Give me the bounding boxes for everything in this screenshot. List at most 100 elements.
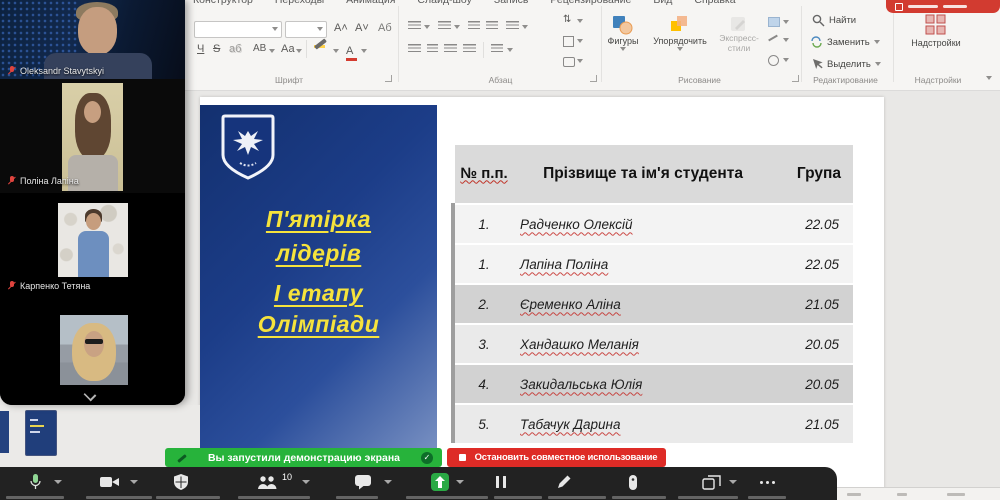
col-header-name: Прізвище та ім'я студента (513, 165, 773, 183)
justify-icon[interactable] (463, 44, 476, 54)
mic-options-chevron[interactable] (54, 467, 62, 497)
change-case-button[interactable]: Аа (281, 43, 295, 55)
chevron-down-icon[interactable] (507, 48, 513, 52)
align-left-icon[interactable] (408, 44, 421, 54)
pencil-icon (556, 474, 572, 490)
share-banner-text: Вы запустили демонстрацию экрана (187, 452, 421, 464)
table-row: 5. Табачук Дарина 21.05 (455, 405, 853, 443)
chevron-down-icon[interactable] (424, 25, 430, 29)
font-dialog-launcher[interactable] (385, 75, 392, 82)
font-size-combo[interactable] (285, 21, 327, 38)
grow-font-button[interactable]: А˄ (334, 22, 348, 34)
replace-button[interactable]: Заменить (810, 36, 880, 48)
tab-transitions[interactable]: Переходы (275, 0, 324, 6)
bullets-icon[interactable] (408, 21, 421, 31)
divider (893, 6, 894, 82)
chevron-down-icon[interactable] (577, 39, 583, 43)
chevron-down-icon[interactable] (454, 25, 460, 29)
video-frame (62, 83, 123, 191)
smartart-convert-icon[interactable] (563, 57, 575, 67)
tab-view[interactable]: Вид (653, 0, 672, 6)
thumbnail-content (30, 419, 38, 421)
select-button[interactable]: Выделить (812, 58, 881, 70)
paragraph-dialog-launcher[interactable] (590, 75, 597, 82)
top-right-red-badge[interactable] (886, 0, 1000, 13)
clear-format-button[interactable]: Аб (378, 22, 392, 34)
toolbar-label-fragment (86, 496, 152, 499)
table-left-border (451, 203, 455, 443)
strikethrough-button[interactable]: S (213, 43, 220, 55)
pause-share-button[interactable] (494, 467, 508, 497)
line-spacing-icon[interactable] (506, 21, 519, 31)
participants-chevron[interactable] (302, 467, 310, 497)
participants-button[interactable] (256, 467, 279, 497)
toolbar-label-fragment (612, 496, 666, 499)
select-label: Выделить (827, 59, 871, 70)
align-text-icon[interactable] (563, 36, 574, 47)
share-options-chevron[interactable] (456, 467, 464, 497)
highlight-pen-button[interactable] (314, 42, 327, 48)
share-screen-button[interactable] (431, 467, 449, 497)
addins-button[interactable]: Надстройки (905, 13, 967, 48)
cell-group: 22.05 (773, 217, 853, 232)
text-direction-icon[interactable]: ⇅ (563, 14, 571, 25)
chevron-down-icon[interactable] (783, 20, 789, 24)
share-switch-chevron[interactable] (729, 467, 737, 497)
chevron-down-icon[interactable] (361, 49, 367, 53)
numbering-icon[interactable] (438, 21, 451, 31)
video-options-chevron[interactable] (130, 467, 138, 497)
chat-chevron[interactable] (384, 467, 392, 497)
shape-outline-icon[interactable] (768, 35, 778, 42)
participant-name: Oleksandr Stavytskyi (20, 66, 104, 76)
text-shadow-button[interactable]: аб (229, 43, 241, 55)
slide-thumbnail-fragment[interactable] (0, 411, 9, 453)
font-color-button[interactable]: А (346, 41, 357, 61)
divider (306, 40, 307, 58)
collapse-videos-chevron-icon[interactable] (83, 387, 97, 401)
slide-thumbnail[interactable] (25, 410, 57, 456)
more-button[interactable] (758, 467, 776, 497)
tab-design[interactable]: Конструктор (193, 0, 253, 6)
tab-record[interactable]: Запись (494, 0, 528, 6)
microphone-icon (27, 472, 43, 492)
chevron-down-icon[interactable] (333, 49, 339, 53)
align-center-icon[interactable] (427, 44, 438, 54)
chevron-down-icon[interactable] (269, 49, 275, 53)
chevron-down-icon[interactable] (296, 49, 302, 53)
chevron-down-icon[interactable] (522, 25, 528, 29)
stop-share-button[interactable]: Остановить совместное использование (447, 448, 666, 467)
annotate-button[interactable] (556, 467, 572, 497)
chevron-down-icon[interactable] (577, 59, 583, 63)
font-name-combo[interactable] (194, 21, 282, 38)
quick-styles-button[interactable]: Экспресс- стили (714, 15, 764, 54)
chevron-down-icon[interactable] (783, 38, 789, 42)
drawing-dialog-launcher[interactable] (792, 75, 799, 82)
security-button[interactable] (173, 467, 189, 497)
chevron-down-icon[interactable] (783, 58, 789, 62)
increase-indent-icon[interactable] (486, 21, 498, 31)
chat-button[interactable] (354, 467, 373, 497)
columns-icon[interactable] (491, 44, 503, 54)
chevron-down-icon[interactable] (577, 19, 583, 23)
tab-slideshow[interactable]: Слайд-шоу (417, 0, 471, 6)
video-button[interactable] (99, 467, 120, 497)
tab-animations[interactable]: Анимация (346, 0, 395, 6)
shapes-button[interactable]: Фигуры (600, 15, 646, 51)
char-spacing-button[interactable]: АВ (253, 43, 266, 54)
mic-muted-icon (8, 281, 16, 291)
slide-title-line: лідерів (200, 240, 437, 267)
shape-effects-icon[interactable] (768, 55, 779, 66)
shrink-font-button[interactable]: А˅ (355, 22, 369, 34)
underline-button[interactable]: Ч (197, 43, 204, 55)
find-button[interactable]: Найти (812, 14, 856, 27)
shape-fill-icon[interactable] (768, 17, 780, 27)
collapse-ribbon-icon[interactable] (986, 76, 992, 80)
align-right-icon[interactable] (444, 44, 457, 54)
mute-button[interactable] (27, 467, 43, 497)
tab-help[interactable]: Справка (694, 0, 735, 6)
decrease-indent-icon[interactable] (468, 21, 480, 31)
tab-review[interactable]: Рецензирование (550, 0, 631, 6)
new-share-button[interactable] (702, 467, 721, 497)
arrange-button[interactable]: Упорядочить (648, 15, 712, 51)
remote-control-button[interactable] (628, 467, 638, 497)
